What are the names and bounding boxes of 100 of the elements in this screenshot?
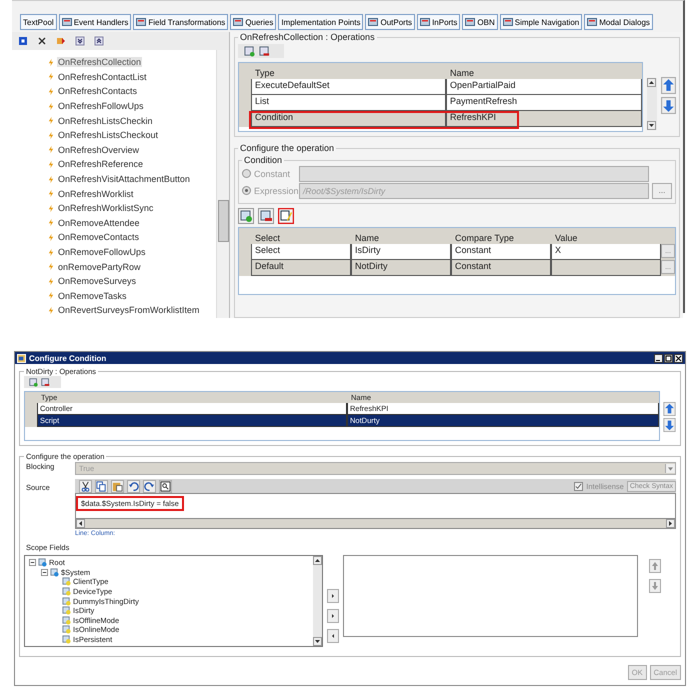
- toolbar-tab[interactable]: Queries: [230, 14, 276, 30]
- checkbox[interactable]: [574, 482, 584, 490]
- table-cell[interactable]: Constant: [451, 260, 551, 276]
- collapse-all-icon[interactable]: [94, 36, 104, 46]
- table-cell[interactable]: ExecuteDefaultSet: [251, 79, 446, 95]
- table-cell[interactable]: Select: [251, 244, 351, 260]
- event-item[interactable]: OnRefreshOverview: [57, 144, 140, 155]
- event-item[interactable]: OnRefreshFollowUps: [57, 101, 145, 112]
- field-icon: [62, 625, 71, 634]
- add-row-icon[interactable]: [29, 378, 38, 386]
- move-down-icon[interactable]: [663, 418, 676, 432]
- event-item[interactable]: OnRefreshWorklist: [57, 188, 134, 199]
- event-item[interactable]: OnRefreshListsCheckout: [57, 130, 160, 140]
- radio-button[interactable]: [242, 186, 251, 195]
- event-item[interactable]: OnRemoveContacts: [57, 232, 140, 242]
- maximize-icon[interactable]: [664, 354, 673, 362]
- delete-icon[interactable]: [37, 36, 47, 46]
- event-item[interactable]: OnRevertSurveysFromWorklistItem: [57, 305, 200, 316]
- collapse-icon[interactable]: [41, 568, 48, 576]
- table-cell[interactable]: Default: [251, 260, 351, 276]
- scroll-right-icon[interactable]: [666, 519, 675, 528]
- undo-icon[interactable]: [127, 480, 140, 492]
- event-item[interactable]: OnRefreshContacts: [57, 86, 138, 96]
- remove-row-icon[interactable]: [259, 46, 270, 56]
- table-cell[interactable]: PaymentRefresh: [446, 95, 642, 111]
- scroll-up-icon[interactable]: [313, 556, 322, 565]
- table-cell[interactable]: OpenPartialPaid: [446, 79, 642, 95]
- event-item[interactable]: OnRemoveFollowUps: [57, 247, 147, 258]
- add-row-icon[interactable]: [238, 208, 254, 224]
- input-field[interactable]: [299, 166, 649, 182]
- event-item[interactable]: OnRemoveTasks: [57, 290, 128, 301]
- toolbar-tab[interactable]: Event Handlers: [58, 14, 132, 30]
- close-icon[interactable]: [674, 354, 683, 362]
- table-cell[interactable]: NotDirty: [351, 260, 451, 276]
- field-icon: [38, 558, 47, 568]
- toolbar-icon: [420, 17, 430, 27]
- paste-icon[interactable]: [111, 480, 124, 492]
- scroll-up-icon[interactable]: [647, 78, 656, 87]
- event-item[interactable]: onRemovePartyRow: [57, 262, 142, 272]
- browse-button[interactable]: ...: [652, 182, 672, 198]
- collapse-icon[interactable]: [29, 559, 36, 566]
- event-item[interactable]: OnRefreshContactList: [57, 72, 148, 82]
- table-cell[interactable]: IsDirty: [351, 244, 451, 260]
- table-cell[interactable]: List: [251, 95, 446, 111]
- table-cell[interactable]: X: [551, 244, 661, 260]
- add-icon[interactable]: [18, 36, 28, 46]
- scrollbar[interactable]: [647, 78, 657, 130]
- cut-icon[interactable]: [79, 480, 92, 492]
- toolbar-tab[interactable]: OutPorts: [365, 14, 416, 30]
- toolbar-tab[interactable]: TextPool: [20, 14, 57, 30]
- field-icon: [50, 568, 59, 577]
- find-icon[interactable]: [159, 480, 172, 492]
- toolbar-icon: [368, 17, 378, 27]
- move-left-icon[interactable]: [327, 629, 339, 643]
- toolbar-tab[interactable]: Modal Dialogs: [584, 14, 653, 30]
- column-header: Select: [254, 233, 282, 244]
- event-icon[interactable]: [56, 36, 66, 46]
- event-item[interactable]: OnRemoveSurveys: [57, 276, 138, 286]
- group-title: OnRefreshCollection : Operations: [239, 32, 376, 42]
- table-cell[interactable]: [551, 260, 661, 276]
- field-icon: [62, 577, 71, 586]
- option-label: Expression: [254, 186, 296, 196]
- scroll-down-icon[interactable]: [313, 637, 322, 646]
- table-cell[interactable]: RefreshKPI: [446, 111, 642, 127]
- minimize-icon[interactable]: [654, 354, 663, 362]
- toolbar-tab[interactable]: Field Transformations: [133, 14, 228, 30]
- toolbar-tab[interactable]: Simple Navigation: [500, 14, 582, 30]
- remove-row-icon[interactable]: [41, 378, 50, 386]
- remove-row-icon[interactable]: [258, 208, 274, 224]
- scroll-down-icon[interactable]: [647, 121, 656, 130]
- move-right-icon[interactable]: [327, 589, 339, 603]
- edit-icon[interactable]: [278, 208, 294, 224]
- table-cell[interactable]: Constant: [451, 244, 551, 260]
- event-item[interactable]: OnRefreshListsCheckin: [57, 116, 154, 126]
- column-header: Name: [354, 233, 380, 244]
- scroll-left-icon[interactable]: [76, 519, 85, 528]
- toolbar-tab[interactable]: OBN: [462, 14, 498, 30]
- event-item[interactable]: OnRemoveAttendee: [57, 218, 141, 228]
- column-header: Type: [254, 68, 276, 79]
- toolbar-tab[interactable]: Implementation Points: [278, 14, 364, 30]
- event-item[interactable]: OnRefreshVisitAttachmentButton: [57, 174, 191, 184]
- field-icon: [62, 616, 71, 625]
- app-icon: [17, 354, 26, 362]
- event-item[interactable]: OnRefreshReference: [57, 159, 144, 170]
- event-item[interactable]: OnRefreshCollection: [57, 57, 142, 68]
- radio-button[interactable]: [242, 169, 251, 178]
- event-item[interactable]: OnRefreshWorklistSync: [57, 203, 154, 214]
- move-down-icon[interactable]: [661, 97, 676, 114]
- toolbar-tab[interactable]: InPorts: [417, 14, 460, 30]
- redo-icon[interactable]: [143, 480, 156, 492]
- scrollbar[interactable]: [313, 556, 322, 646]
- scrollbar[interactable]: [75, 518, 676, 529]
- move-up-icon[interactable]: [663, 402, 676, 416]
- expand-all-icon[interactable]: [75, 36, 85, 46]
- add-row-icon[interactable]: [244, 46, 255, 56]
- move-right-icon[interactable]: [327, 609, 339, 623]
- toolbar-icon: [465, 17, 476, 27]
- copy-icon[interactable]: [95, 480, 108, 492]
- field-icon: [62, 587, 71, 596]
- move-up-icon[interactable]: [661, 77, 676, 94]
